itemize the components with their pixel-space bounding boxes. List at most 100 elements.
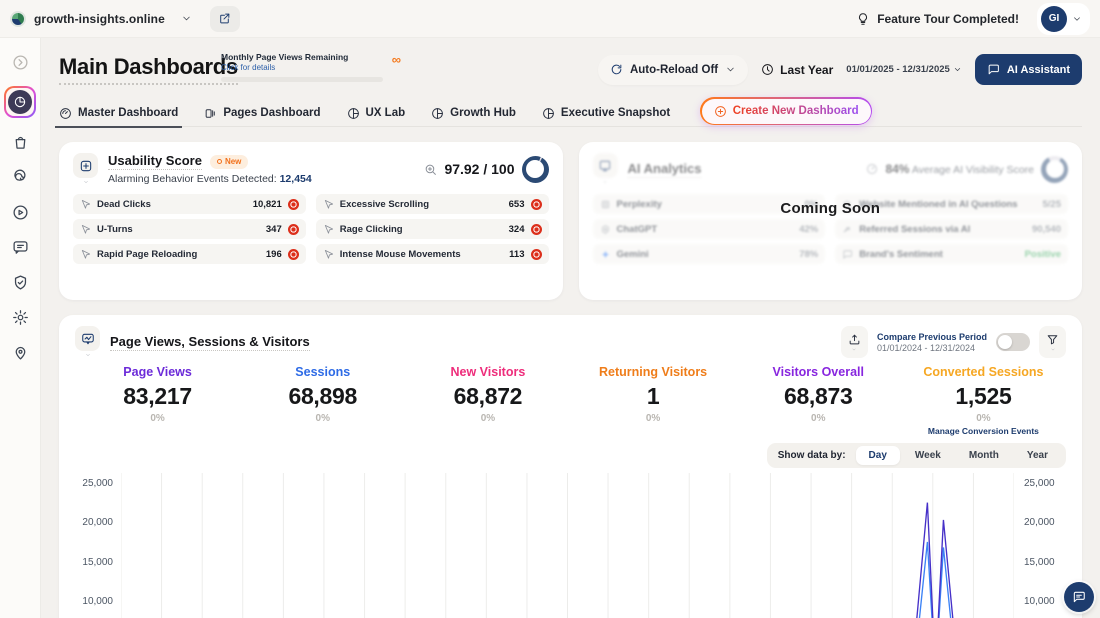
ai-visibility-donut bbox=[1041, 156, 1068, 183]
metric-label[interactable]: Returning Visitors bbox=[571, 365, 736, 379]
usability-event-row[interactable]: Intense Mouse Movements113 bbox=[316, 244, 549, 264]
ai-analytics-row: Gemini78% bbox=[593, 244, 826, 264]
cursor-icon bbox=[323, 249, 334, 260]
tab-master-dashboard[interactable]: Master Dashboard bbox=[59, 100, 178, 127]
event-value: 196 bbox=[266, 249, 282, 260]
tab-growth-hub[interactable]: Growth Hub bbox=[431, 100, 516, 127]
overview-card: Page Views, Sessions & Visitors Compare … bbox=[59, 315, 1082, 618]
granularity-week[interactable]: Week bbox=[902, 446, 954, 465]
usability-score-card: Usability Score New Alarming Behavior Ev… bbox=[59, 142, 563, 300]
event-value: 324 bbox=[509, 224, 525, 235]
feature-tour-status[interactable]: Feature Tour Completed! bbox=[856, 12, 1019, 26]
period-selector[interactable]: Last Year bbox=[761, 63, 833, 77]
metric-label[interactable]: Page Views bbox=[75, 365, 240, 379]
sidebar-item-settings[interactable] bbox=[9, 306, 31, 328]
export-button[interactable] bbox=[841, 326, 868, 358]
circle-split-icon bbox=[347, 107, 360, 120]
sidebar-item-dashboards[interactable] bbox=[4, 86, 36, 118]
usability-event-row[interactable]: Rapid Page Reloading196 bbox=[73, 244, 306, 264]
sidebar-item-ecommerce[interactable] bbox=[9, 131, 31, 153]
ai-analytics-row: ChatGPT42% bbox=[593, 219, 826, 239]
auto-reload-dropdown[interactable]: Auto-Reload Off bbox=[598, 55, 748, 85]
granularity-year[interactable]: Year bbox=[1014, 446, 1061, 465]
metric-label[interactable]: New Visitors bbox=[405, 365, 570, 379]
usability-event-row[interactable]: U-Turns347 bbox=[73, 219, 306, 239]
avatar: GI bbox=[1041, 6, 1067, 32]
chart-plot-area[interactable] bbox=[121, 473, 1014, 618]
ai-assistant-button[interactable]: AI Assistant bbox=[975, 54, 1082, 85]
sidebar bbox=[0, 38, 41, 618]
usability-event-row[interactable]: Dead Clicks10,821 bbox=[73, 194, 306, 214]
gauge-mini-icon bbox=[866, 163, 878, 175]
plus-circle-icon bbox=[714, 105, 727, 118]
support-chat-button[interactable] bbox=[1064, 582, 1094, 612]
y-tick-label: 25,000 bbox=[82, 478, 113, 489]
tab-create-new-dashboard[interactable]: Create New Dashboard bbox=[700, 97, 872, 125]
record-icon[interactable] bbox=[531, 199, 542, 210]
bag-icon bbox=[12, 134, 29, 151]
open-site-button[interactable] bbox=[210, 6, 240, 32]
tab-executive-snapshot[interactable]: Executive Snapshot bbox=[542, 100, 670, 127]
export-icon bbox=[848, 333, 861, 346]
ai-analytics-row: Referred Sessions via AI90,540 bbox=[835, 219, 1068, 239]
record-icon[interactable] bbox=[288, 224, 299, 235]
card-expand-control[interactable] bbox=[73, 153, 98, 185]
event-value: 653 bbox=[509, 199, 525, 210]
cursor-icon bbox=[323, 224, 334, 235]
domain-selector-label[interactable]: growth-insights.online bbox=[34, 12, 165, 26]
card-expand-control[interactable] bbox=[75, 326, 100, 358]
ai-row-label: Brand's Sentiment bbox=[859, 249, 1018, 260]
date-range-picker[interactable]: 01/01/2025 - 12/31/2025 bbox=[846, 64, 962, 75]
ai-visibility-score: 84% Average AI Visibility Score bbox=[885, 162, 1034, 176]
event-label: Rage Clicking bbox=[340, 224, 503, 235]
granularity-month[interactable]: Month bbox=[956, 446, 1012, 465]
monthly-pageviews-details-link[interactable]: Click for details bbox=[221, 63, 383, 72]
video-circle-icon bbox=[12, 204, 29, 221]
metric-label[interactable]: Visitors Overall bbox=[736, 365, 901, 379]
sidebar-item-collapse-panel[interactable] bbox=[9, 51, 31, 73]
manage-conversion-events-link[interactable]: Manage Conversion Events bbox=[901, 426, 1066, 436]
tab-label: Create New Dashboard bbox=[733, 105, 859, 117]
sidebar-item-heatmaps[interactable] bbox=[9, 166, 31, 188]
usability-events-grid: Dead Clicks10,821 Excessive Scrolling653 U… bbox=[73, 194, 549, 264]
metric-label[interactable]: Converted Sessions bbox=[901, 365, 1066, 379]
chevron-down-icon[interactable] bbox=[181, 13, 192, 24]
tab-label: Master Dashboard bbox=[78, 107, 178, 119]
ai-analytics-card: AI Analytics 84% Average AI Visibility S… bbox=[579, 142, 1083, 300]
sidebar-item-session-replay[interactable] bbox=[9, 201, 31, 223]
monthly-pageviews-widget[interactable]: Monthly Page Views Remaining Click for d… bbox=[221, 52, 383, 82]
account-menu[interactable]: GI bbox=[1037, 3, 1090, 35]
usability-score-title: Usability Score bbox=[108, 153, 202, 170]
compare-toggle[interactable] bbox=[996, 333, 1030, 351]
pie-chart-icon bbox=[13, 95, 27, 109]
event-value: 10,821 bbox=[253, 199, 282, 210]
event-value: 113 bbox=[509, 249, 524, 260]
sidebar-item-feedback[interactable] bbox=[9, 236, 31, 258]
record-icon[interactable] bbox=[288, 249, 299, 260]
tab-pages-dashboard[interactable]: Pages Dashboard bbox=[204, 100, 320, 127]
filter-button[interactable] bbox=[1039, 326, 1066, 358]
granularity-day[interactable]: Day bbox=[856, 446, 900, 465]
chevron-down-icon bbox=[84, 352, 92, 358]
chevron-down-icon bbox=[953, 65, 962, 74]
y-axis-right: 25,00020,00015,00010,0005,000 bbox=[1014, 473, 1066, 618]
tab-label: UX Lab bbox=[366, 107, 406, 119]
metric-label[interactable]: Sessions bbox=[240, 365, 405, 379]
referral-icon bbox=[842, 224, 853, 235]
record-icon[interactable] bbox=[288, 199, 299, 210]
usability-event-row[interactable]: Rage Clicking 324 bbox=[316, 219, 549, 239]
sidebar-item-visitors[interactable] bbox=[9, 341, 31, 363]
tab-ux-lab[interactable]: UX Lab bbox=[347, 100, 406, 127]
record-icon[interactable] bbox=[531, 224, 542, 235]
metric-sessions: Sessions68,8980% bbox=[240, 365, 405, 436]
metric-delta: 0% bbox=[240, 413, 405, 424]
zoom-in-icon[interactable] bbox=[424, 163, 437, 176]
chevron-down-icon bbox=[601, 179, 609, 185]
metric-delta: 0% bbox=[75, 413, 240, 424]
sidebar-item-seo-checker[interactable] bbox=[9, 271, 31, 293]
topbar: growth-insights.online Feature Tour Comp… bbox=[0, 0, 1100, 38]
shield-icon bbox=[12, 274, 29, 291]
record-icon[interactable] bbox=[531, 249, 542, 260]
usability-event-row[interactable]: Excessive Scrolling653 bbox=[316, 194, 549, 214]
metric-value: 83,217 bbox=[75, 383, 240, 410]
